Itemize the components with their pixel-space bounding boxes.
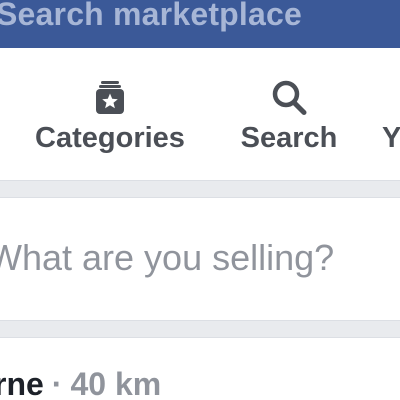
categories-star-box-icon	[96, 81, 124, 114]
nav-label-search: Search	[240, 122, 338, 154]
marketplace-page: Search marketplace Categories Search Y W…	[0, 0, 400, 400]
nav-item-search[interactable]: Search	[232, 78, 346, 168]
nav-item-partial[interactable]: Y	[382, 78, 400, 168]
location-distance: 40 km	[70, 366, 162, 400]
location-filter: rne · 40 km	[0, 338, 400, 400]
nav-label-categories: Categories	[35, 122, 185, 154]
marketplace-nav: Categories Search Y	[0, 48, 400, 180]
nav-item-categories[interactable]: Categories	[24, 78, 196, 168]
location-separator: ·	[51, 366, 63, 400]
search-marketplace-input[interactable]: Search marketplace	[0, 0, 400, 40]
what-are-you-selling-input[interactable]: What are you selling?	[0, 236, 334, 280]
marketplace-header: Search marketplace	[0, 0, 400, 48]
section-divider	[0, 320, 400, 338]
location-name: rne	[0, 366, 44, 400]
nav-label-partial: Y	[382, 122, 400, 154]
section-divider	[0, 180, 400, 198]
magnifier-icon	[272, 80, 307, 115]
location-row[interactable]: rne · 40 km	[0, 364, 161, 400]
sell-composer: What are you selling?	[0, 198, 400, 319]
